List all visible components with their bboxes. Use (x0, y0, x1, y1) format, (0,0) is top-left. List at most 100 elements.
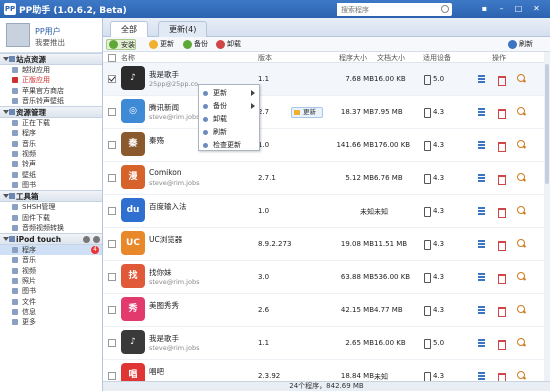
column-version[interactable]: 版本 (258, 53, 272, 63)
sidebar-item-device-books[interactable]: 图书 (0, 286, 102, 296)
logout-link[interactable]: 我要推出 (35, 37, 65, 48)
minimize-button[interactable]: – (495, 3, 508, 15)
sidebar-item-device-files[interactable]: 文件 (0, 297, 102, 307)
details-icon[interactable] (477, 74, 486, 83)
sidebar-item-books[interactable]: 图书 (0, 180, 102, 190)
table-row[interactable]: UC UC浏览器 8.9.2.273 19.08 MB 11.51 MB 4.3 (103, 228, 544, 261)
column-name[interactable]: 名称 (121, 53, 135, 63)
search-icon[interactable] (441, 5, 449, 13)
scrollbar[interactable] (544, 52, 550, 381)
section-toolbox[interactable]: 工具箱 (0, 190, 102, 203)
trash-icon[interactable] (497, 74, 506, 86)
table-row[interactable]: ◎ 腾讯新闻 steve@rim.jobs 2.7 更新 18.37 MB 7.… (103, 96, 544, 129)
sidebar-item-wallpapers[interactable]: 壁纸 (0, 170, 102, 180)
trash-icon[interactable] (497, 338, 506, 350)
sidebar-item-downloading[interactable]: 正在下载 (0, 118, 102, 128)
row-checkbox[interactable] (108, 75, 116, 83)
row-checkbox[interactable] (108, 141, 116, 149)
uninstall-button[interactable]: 卸载 (216, 39, 241, 50)
search-icon[interactable] (517, 371, 526, 380)
row-checkbox[interactable] (108, 108, 116, 116)
tab-all[interactable]: 全部 (110, 21, 148, 37)
details-icon[interactable] (477, 338, 486, 347)
sidebar-item-music[interactable]: 音乐 (0, 139, 102, 149)
select-all-checkbox[interactable] (108, 54, 116, 62)
search-icon[interactable] (517, 74, 526, 83)
details-icon[interactable] (477, 206, 486, 215)
sidebar-item-device-programs[interactable]: 程序 4 (0, 245, 102, 256)
table-row[interactable]: 唱 唱吧 2.3.92 18.84 MB 未知 4.3 (103, 360, 544, 381)
table-row[interactable]: du 百度输入法 1.0 未知 未知 4.3 (103, 195, 544, 228)
tab-updates[interactable]: 更新(4) (158, 21, 208, 37)
trash-icon[interactable] (497, 206, 506, 218)
row-checkbox[interactable] (108, 174, 116, 182)
sidebar-item-jailbreak-apps[interactable]: 越狱应用 (0, 65, 102, 75)
section-ipod-touch[interactable]: iPod touch (0, 233, 102, 246)
row-checkbox[interactable] (108, 339, 116, 347)
column-doc-size[interactable]: 文档大小 (377, 53, 405, 63)
sidebar-item-programs[interactable]: 程序 (0, 128, 102, 138)
search-icon[interactable] (517, 140, 526, 149)
table-row[interactable]: 漫 Comikon steve@rim.jobs 2.7.1 5.12 MB 6… (103, 162, 544, 195)
avatar[interactable] (6, 23, 30, 47)
table-row[interactable]: ♪ 我是歌手 25pp@25pp.co... 1.1 7.68 MB 16.00… (103, 63, 544, 96)
table-row[interactable]: ♪ 我是歌手 steve@rim.jobs 1.1 2.65 MB 16.00 … (103, 327, 544, 360)
sidebar-item-converter[interactable]: 音频视频转换 (0, 223, 102, 233)
sidebar-item-device-photos[interactable]: 照片 (0, 276, 102, 286)
search-icon[interactable] (517, 107, 526, 116)
table-row[interactable]: 秦 秦殇 1.0 141.66 MB 176.00 KB 4.3 (103, 129, 544, 162)
trash-icon[interactable] (497, 239, 506, 251)
sidebar-item-ringtones[interactable]: 铃声 (0, 159, 102, 169)
eject-icon[interactable] (83, 236, 90, 244)
column-device[interactable]: 适用设备 (423, 53, 451, 63)
trash-icon[interactable] (497, 371, 506, 381)
user-name[interactable]: PP用户 (35, 26, 61, 37)
search-icon[interactable] (517, 272, 526, 281)
details-icon[interactable] (477, 305, 486, 314)
sidebar-item-firmware[interactable]: 固件下载 (0, 213, 102, 223)
search-input[interactable] (337, 3, 432, 16)
sidebar-item-device-music[interactable]: 音乐 (0, 255, 102, 265)
table-row[interactable]: 秀 美图秀秀 2.6 42.15 MB 4.77 MB 4.3 (103, 294, 544, 327)
search-icon[interactable] (517, 305, 526, 314)
row-checkbox[interactable] (108, 240, 116, 248)
trash-icon[interactable] (497, 173, 506, 185)
search-icon[interactable] (517, 173, 526, 182)
sidebar-item-app-store[interactable]: 苹果官方商店 (0, 86, 102, 96)
column-program-size[interactable]: 程序大小 (339, 53, 367, 63)
row-checkbox[interactable] (108, 372, 116, 380)
sidebar-item-music-ringtone-wallpaper[interactable]: 音乐铃声壁纸 (0, 96, 102, 106)
details-icon[interactable] (477, 239, 486, 248)
search-box[interactable] (337, 3, 452, 16)
details-icon[interactable] (477, 107, 486, 116)
trash-icon[interactable] (497, 272, 506, 284)
search-icon[interactable] (517, 206, 526, 215)
details-icon[interactable] (477, 371, 486, 380)
sidebar-item-shsh[interactable]: SHSH管理 (0, 202, 102, 212)
close-button[interactable]: ✕ (530, 3, 543, 15)
refresh-button[interactable]: 刷新 (508, 39, 533, 50)
settings-icon[interactable] (93, 236, 100, 244)
search-icon[interactable] (517, 338, 526, 347)
menu-item-check-update[interactable]: 检查更新 (199, 139, 259, 151)
update-button[interactable]: 更新 (149, 39, 174, 50)
maximize-button[interactable]: □ (512, 3, 525, 15)
search-icon[interactable] (517, 239, 526, 248)
details-icon[interactable] (477, 272, 486, 281)
update-button[interactable]: 更新 (291, 107, 323, 118)
row-checkbox[interactable] (108, 207, 116, 215)
details-icon[interactable] (477, 173, 486, 182)
sidebar-item-genuine-apps[interactable]: 正版应用 (0, 75, 102, 85)
table-row[interactable]: 找 找你妹 steve@rim.jobs 3.0 63.88 MB 536.00… (103, 261, 544, 294)
sidebar-item-video[interactable]: 视频 (0, 149, 102, 159)
trash-icon[interactable] (497, 305, 506, 317)
menu-item-refresh[interactable]: 刷新 (199, 126, 259, 138)
scrollbar-thumb[interactable] (545, 64, 549, 184)
install-button[interactable]: 安装 (106, 39, 136, 50)
trash-icon[interactable] (497, 140, 506, 152)
menu-item-backup[interactable]: 备份 (199, 100, 259, 112)
row-checkbox[interactable] (108, 306, 116, 314)
sidebar-item-device-more[interactable]: 更多 (0, 317, 102, 327)
backup-button[interactable]: 备份 (183, 39, 208, 50)
section-resource-management[interactable]: 资源管理 (0, 106, 102, 119)
